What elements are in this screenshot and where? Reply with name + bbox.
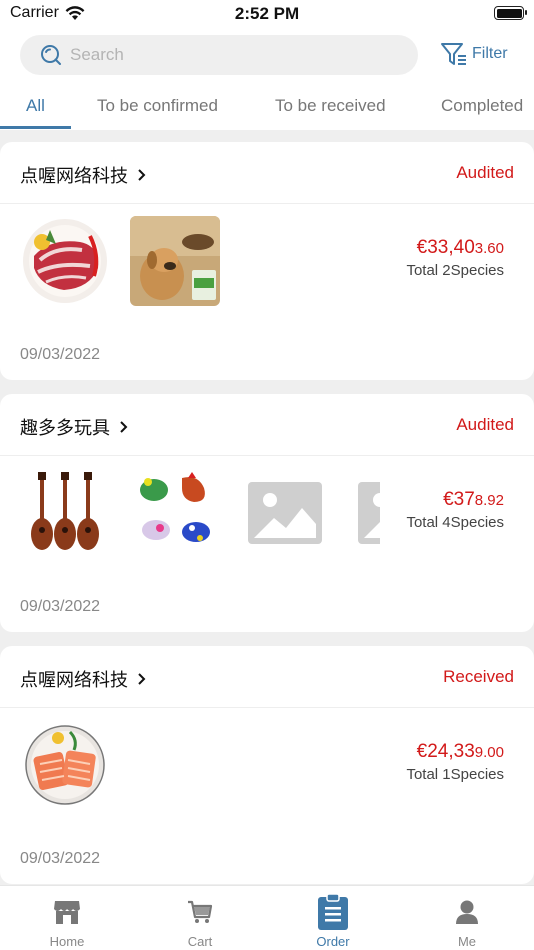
placeholder-image-icon[interactable] — [240, 468, 330, 558]
tab-to-be-received[interactable]: To be received — [275, 96, 386, 116]
shop-name: 趣多多玩具 — [20, 418, 110, 438]
product-image-dog-food[interactable] — [130, 216, 220, 306]
tab-label: Home — [49, 934, 85, 949]
store-icon — [54, 901, 80, 924]
status-bar: Carrier 2:52 PM — [0, 0, 534, 28]
species-count: Total 2Species — [406, 262, 504, 279]
order-price: €378.92 — [443, 489, 504, 510]
product-image-ukuleles[interactable] — [20, 468, 110, 558]
shop-name: 点喔网络科技 — [20, 670, 128, 690]
tab-to-be-confirmed[interactable]: To be confirmed — [97, 96, 218, 116]
order-card[interactable]: 趣多多玩具 Audited €378.92 Total 4Species 09/… — [0, 394, 534, 632]
tab-completed[interactable]: Completed — [441, 96, 523, 116]
chevron-right-icon — [120, 421, 128, 433]
shop-name: 点喔网络科技 — [20, 166, 128, 186]
order-price: €24,339.00 — [416, 741, 504, 762]
tab-order[interactable]: Order — [293, 893, 373, 949]
shop-link[interactable]: 趣多多玩具 — [20, 414, 130, 440]
product-image-salmon[interactable] — [20, 720, 110, 810]
tab-all[interactable]: All — [26, 96, 45, 116]
clipboard-icon — [318, 893, 348, 930]
active-tab-indicator — [0, 126, 71, 129]
species-count: Total 4Species — [406, 514, 504, 531]
search-icon — [41, 45, 61, 65]
order-tabs: All To be confirmed To be received Compl… — [0, 92, 534, 130]
chevron-right-icon — [138, 169, 146, 181]
placeholder-image-icon[interactable] — [350, 468, 380, 558]
search-placeholder: Search — [70, 45, 124, 64]
tab-label: Cart — [187, 934, 213, 949]
header: Search Filter All To be confirmed To be … — [0, 28, 534, 130]
order-card-header: 趣多多玩具 Audited — [0, 394, 534, 456]
order-date: 09/03/2022 — [20, 850, 101, 867]
shop-link[interactable]: 点喔网络科技 — [20, 162, 148, 188]
tab-cart[interactable]: Cart — [160, 896, 240, 949]
order-card-header: 点喔网络科技 Audited — [0, 142, 534, 204]
chevron-right-icon — [138, 673, 146, 685]
tab-label: Me — [457, 934, 477, 949]
order-card[interactable]: 点喔网络科技 Audited €33,403.60 Total 2Species… — [0, 142, 534, 380]
tab-label: Order — [316, 934, 350, 949]
order-status: Audited — [456, 415, 514, 434]
bottom-tab-bar: Home Cart Order Me — [0, 885, 534, 950]
product-image-meat[interactable] — [20, 216, 110, 306]
order-date: 09/03/2022 — [20, 346, 101, 363]
product-image-wind-up-toys[interactable] — [130, 468, 220, 558]
product-thumbnails — [20, 720, 380, 812]
order-price: €33,403.60 — [416, 237, 504, 258]
order-date: 09/03/2022 — [20, 598, 101, 615]
order-status: Audited — [456, 163, 514, 182]
tab-me[interactable]: Me — [427, 896, 507, 949]
battery-icon — [494, 6, 527, 20]
order-card[interactable]: 点喔网络科技 Received €24,339.00 Total 1Specie… — [0, 646, 534, 884]
order-card-header: 点喔网络科技 Received — [0, 646, 534, 708]
shop-link[interactable]: 点喔网络科技 — [20, 666, 148, 692]
filter-icon — [441, 43, 466, 65]
product-thumbnails — [20, 216, 380, 308]
tab-home[interactable]: Home — [27, 896, 107, 949]
search-input[interactable]: Search — [20, 35, 418, 75]
product-thumbnails — [20, 468, 380, 560]
species-count: Total 1Species — [406, 766, 504, 783]
filter-label: Filter — [472, 45, 508, 62]
person-icon — [456, 900, 478, 924]
clock: 2:52 PM — [234, 4, 300, 23]
order-status: Received — [443, 667, 514, 686]
filter-button[interactable]: Filter — [440, 40, 508, 68]
cart-icon — [188, 900, 213, 923]
